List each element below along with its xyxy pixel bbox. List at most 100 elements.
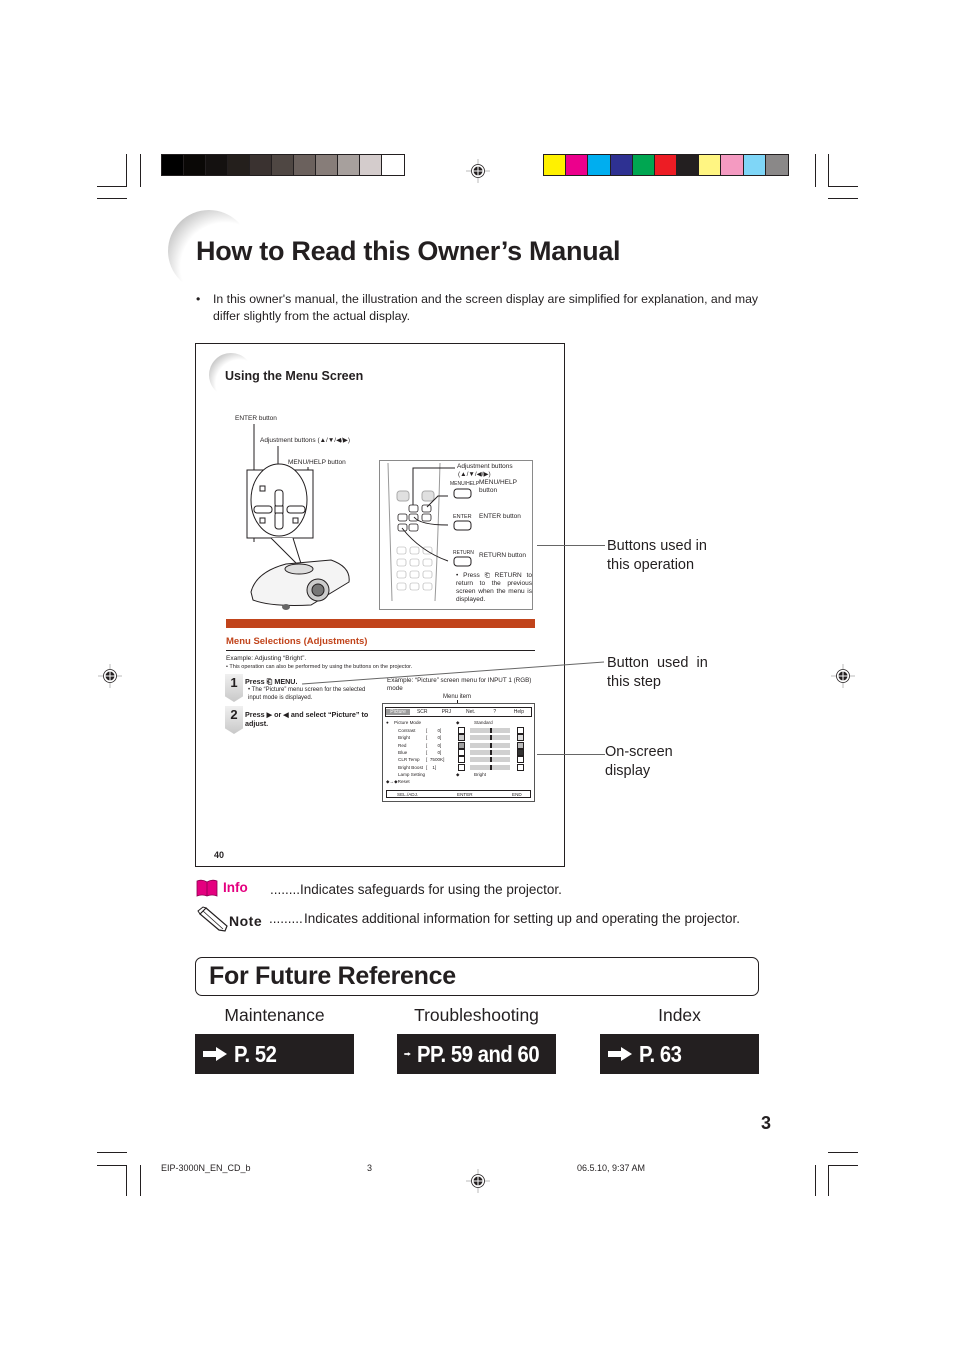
osd-slider-knob bbox=[490, 764, 492, 770]
osd-slider-knob bbox=[490, 749, 492, 755]
color-swatch bbox=[677, 155, 700, 175]
note-description: Indicates additional information for set… bbox=[304, 911, 741, 926]
callout-leader bbox=[537, 545, 605, 546]
osd-reset: ◆→◆Reset bbox=[386, 779, 410, 784]
osd-min-icon bbox=[458, 727, 465, 734]
osd-slider-knob bbox=[490, 728, 492, 733]
color-swatch bbox=[654, 155, 678, 175]
osd-slider-knob bbox=[490, 757, 492, 763]
section-heading: Menu Selections (Adjustments) bbox=[226, 636, 368, 647]
callout-button-step: Button used in this step bbox=[607, 655, 708, 690]
bullet: • bbox=[196, 292, 201, 306]
gray-swatch bbox=[294, 155, 316, 175]
osd-max-icon bbox=[517, 741, 524, 749]
color-swatch bbox=[566, 155, 589, 175]
osd-tab: ? bbox=[493, 709, 497, 715]
arrow-right-icon bbox=[404, 1052, 411, 1056]
osd-min-icon bbox=[458, 748, 465, 756]
example-line: Example: Adjusting “Bright”. bbox=[226, 655, 307, 662]
enter-key: ENTER bbox=[453, 514, 472, 520]
sample-subtitle: Using the Menu Screen bbox=[225, 369, 364, 383]
page-number: 3 bbox=[761, 1113, 772, 1133]
maintenance-page-link[interactable]: P. 52 bbox=[195, 1034, 354, 1074]
menu-help-label-2: button bbox=[479, 487, 498, 494]
process-color-bar bbox=[543, 154, 789, 176]
osd-row-value: [ 0] bbox=[426, 728, 442, 733]
troubleshooting-label: Troubleshooting bbox=[414, 1005, 539, 1025]
return-note: • Press ⎗ RETURN to return to the previo… bbox=[456, 572, 532, 603]
return-button-label: RETURN button bbox=[479, 552, 526, 559]
osd-picture-mode-value: Standard bbox=[474, 720, 493, 725]
gray-swatch bbox=[360, 155, 382, 175]
note-pencil-icon bbox=[197, 906, 228, 932]
future-reference-title: For Future Reference bbox=[209, 962, 456, 990]
osd-max-icon bbox=[517, 748, 524, 756]
index-page-link[interactable]: P. 63 bbox=[600, 1034, 759, 1074]
color-swatch bbox=[721, 155, 744, 175]
osd-row-label: Contrast bbox=[398, 728, 416, 733]
osd-row: Bright [ 0] bbox=[386, 734, 531, 742]
osd-row-label: Bright Boost bbox=[398, 764, 424, 770]
gray-swatch bbox=[316, 155, 338, 175]
sample-page-number: 40 bbox=[214, 850, 225, 860]
registration-mark-icon bbox=[98, 664, 122, 688]
osd-lamp-setting: Lamp Setting ◆ Bright bbox=[398, 772, 487, 777]
sample-page-illustration: Using the Menu Screen ENTER button Adjus… bbox=[195, 343, 565, 867]
intro-paragraph: • In this owner's manual, the illustrati… bbox=[196, 291, 766, 325]
color-swatch bbox=[544, 155, 567, 175]
gray-swatch bbox=[184, 155, 206, 175]
remote-control-panel: Adjustment buttons (▲/▼/◀/▶) MENU/HELP M… bbox=[379, 460, 533, 610]
step-2-text: Press ▶ or ◀ and select “Picture” to adj… bbox=[245, 710, 369, 728]
osd-min-icon bbox=[458, 734, 465, 742]
color-swatch bbox=[610, 155, 633, 175]
osd-tab: Picture bbox=[386, 709, 411, 715]
osd-footer-end: END bbox=[512, 792, 522, 797]
gray-swatch bbox=[338, 155, 360, 175]
osd-row-value: [ 7500K] bbox=[426, 757, 445, 763]
on-screen-display: Picture SCR PRJ Net.? Help ● Picture Mode ◆ … bbox=[382, 703, 535, 802]
section-color-bar bbox=[226, 619, 535, 628]
intro-text: In this owner's manual, the illustration… bbox=[213, 292, 759, 323]
maintenance-label: Maintenance bbox=[224, 1005, 325, 1025]
osd-min-icon bbox=[458, 741, 465, 749]
note-label: Note bbox=[229, 913, 263, 929]
gray-swatch bbox=[250, 155, 272, 175]
osd-picture-mode-label: Picture Mode bbox=[394, 720, 422, 725]
osd-slider-knob bbox=[490, 742, 492, 748]
osd-row-label: Blue bbox=[398, 749, 408, 755]
adjustment-buttons-label: Adjustment buttons bbox=[457, 463, 513, 470]
osd-tab: SCR bbox=[416, 709, 428, 715]
troubleshooting-page-link[interactable]: PP. 59 and 60 bbox=[397, 1034, 556, 1074]
page-title: How to Read this Owner’s Manual bbox=[196, 236, 621, 266]
footer-sheet-number: 3 bbox=[367, 1163, 373, 1173]
arrow-right-icon bbox=[608, 1047, 632, 1061]
osd-picture-mode: ● Picture Mode ◆ Standard bbox=[386, 720, 493, 725]
osd-row-value: [ 0] bbox=[426, 749, 442, 755]
osd-row: Contrast [ 0] bbox=[386, 727, 531, 734]
step-badge-1: 1 bbox=[225, 674, 243, 702]
grayscale-color-bar bbox=[161, 154, 405, 176]
callout-leader bbox=[301, 661, 605, 685]
index-page-ref: P. 63 bbox=[639, 1040, 682, 1067]
info-description: ........Indicates safeguards for using t… bbox=[270, 882, 562, 897]
osd-max-icon bbox=[517, 756, 524, 764]
osd-row: Red [ 0] bbox=[386, 741, 531, 749]
osd-footer: SEL./ADJ. ENTER END bbox=[386, 790, 531, 798]
gray-swatch bbox=[228, 155, 250, 175]
osd-row-label: CLR Temp bbox=[398, 757, 420, 763]
enter-button-label: ENTER button bbox=[479, 513, 521, 520]
osd-tab-bar: Picture SCR PRJ Net.? Help bbox=[385, 707, 532, 717]
osd-row-label: Red bbox=[398, 742, 407, 748]
adjustment-buttons-arrows: (▲/▼/◀/▶) bbox=[458, 471, 491, 478]
gray-swatch bbox=[382, 155, 404, 175]
osd-slider-knob bbox=[490, 735, 492, 741]
info-label: Info bbox=[223, 880, 248, 895]
osd-min-icon bbox=[458, 756, 465, 764]
osd-footer-enter: ENTER bbox=[457, 792, 473, 797]
step-badge-2: 2 bbox=[225, 706, 243, 734]
color-swatch bbox=[765, 155, 788, 175]
callout-buttons-used: Buttons used in this operation bbox=[607, 538, 707, 573]
osd-tab: Help bbox=[513, 709, 525, 715]
osd-row-value: [ 0] bbox=[426, 742, 442, 748]
osd-row-value: [ 0] bbox=[426, 735, 442, 741]
